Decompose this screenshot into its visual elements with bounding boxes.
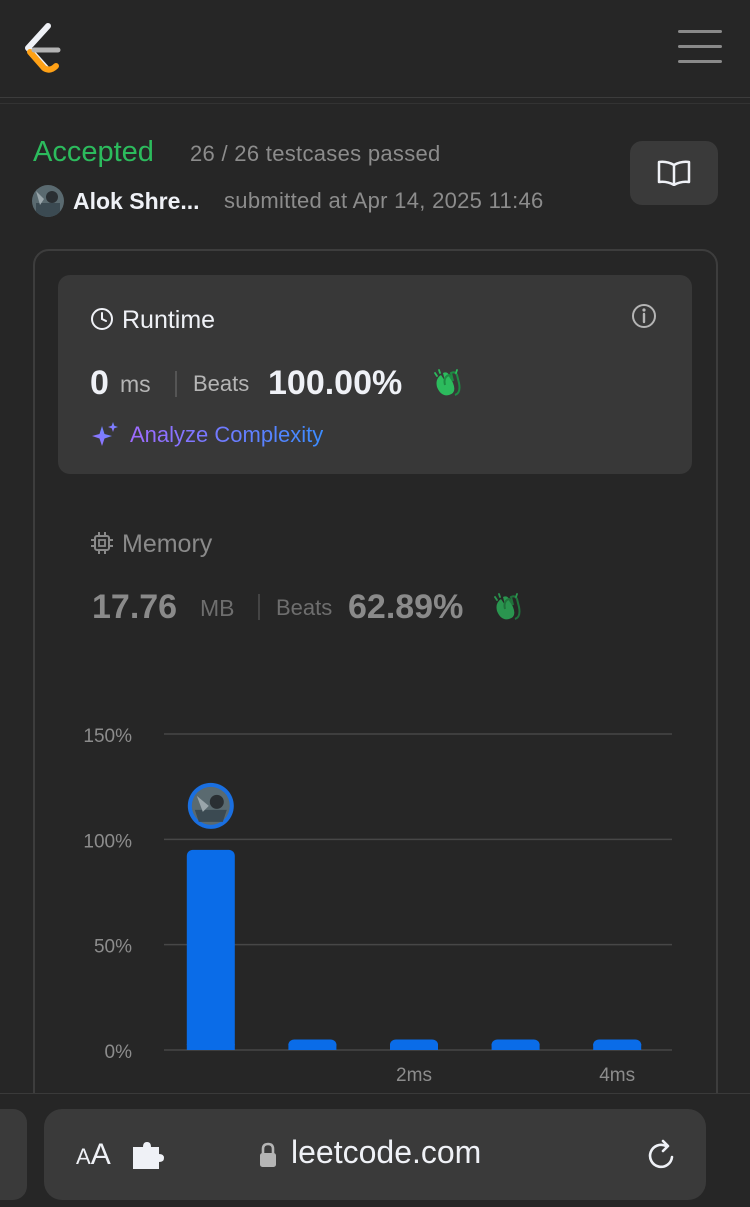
x-tick-label: 4ms bbox=[599, 1065, 635, 1086]
divider bbox=[0, 97, 750, 98]
chip-icon bbox=[91, 532, 113, 554]
memory-title[interactable]: Memory bbox=[122, 530, 212, 559]
text-size-button[interactable]: AA bbox=[76, 1138, 111, 1172]
memory-value: 17.76 bbox=[92, 588, 178, 626]
memory-unit: MB bbox=[200, 595, 235, 621]
runtime-value: 0 bbox=[90, 364, 109, 402]
menu-hamburger-icon[interactable] bbox=[678, 30, 722, 66]
divider bbox=[258, 594, 260, 620]
analyze-complexity-label: Analyze Complexity bbox=[130, 422, 324, 447]
analyze-complexity-button[interactable]: Analyze Complexity bbox=[90, 420, 323, 450]
clapping-hands-icon bbox=[434, 369, 461, 396]
previous-tab[interactable] bbox=[0, 1109, 27, 1200]
lock-icon bbox=[260, 1142, 276, 1167]
chart-bar-base bbox=[390, 1044, 438, 1050]
clock-icon bbox=[91, 308, 113, 330]
runtime-beats-label: Beats bbox=[193, 371, 250, 396]
editorial-button[interactable] bbox=[630, 141, 718, 205]
submitted-time: submitted at Apr 14, 2025 11:46 bbox=[224, 188, 544, 213]
reload-icon[interactable] bbox=[644, 1137, 680, 1173]
sparkle-icon bbox=[92, 422, 118, 446]
chart-bar-base bbox=[186, 1044, 235, 1050]
y-tick-label: 0% bbox=[105, 1042, 133, 1063]
x-tick-label: 2ms bbox=[396, 1065, 432, 1086]
y-tick-label: 50% bbox=[94, 937, 132, 958]
user-position-avatar[interactable] bbox=[187, 782, 234, 829]
verdict-label: Accepted bbox=[33, 136, 154, 168]
top-nav bbox=[0, 0, 750, 100]
runtime-title: Runtime bbox=[122, 306, 216, 334]
page-root: Accepted 26 / 26 testcases passed Alok S… bbox=[0, 0, 750, 1207]
runtime-beats-percent: 100.00% bbox=[268, 364, 403, 402]
memory-beats-label: Beats bbox=[276, 595, 333, 620]
divider bbox=[175, 371, 177, 397]
chart-bar-base bbox=[491, 1044, 540, 1050]
book-icon bbox=[657, 160, 691, 186]
username[interactable]: Alok Shre... bbox=[73, 188, 200, 215]
chart-bar-base bbox=[593, 1044, 642, 1050]
avatar[interactable] bbox=[32, 185, 64, 217]
info-icon[interactable] bbox=[630, 302, 658, 330]
divider bbox=[0, 103, 750, 104]
memory-beats-percent: 62.89% bbox=[348, 588, 464, 626]
runtime-unit: ms bbox=[120, 371, 151, 397]
y-tick-label: 100% bbox=[83, 831, 132, 852]
clapping-hands-icon bbox=[494, 593, 521, 620]
testcases-passed: 26 / 26 testcases passed bbox=[190, 141, 441, 166]
chart-bar-base bbox=[288, 1044, 337, 1050]
y-tick-label: 150% bbox=[83, 726, 132, 747]
leetcode-logo-icon[interactable] bbox=[20, 22, 68, 74]
extension-puzzle-icon[interactable] bbox=[131, 1141, 165, 1171]
url-text[interactable]: leetcode.com bbox=[291, 1134, 481, 1171]
runtime-distribution-chart: 0% 50% 100% 150% 2ms 4ms bbox=[83, 726, 672, 1086]
chart-bar bbox=[186, 849, 235, 1050]
